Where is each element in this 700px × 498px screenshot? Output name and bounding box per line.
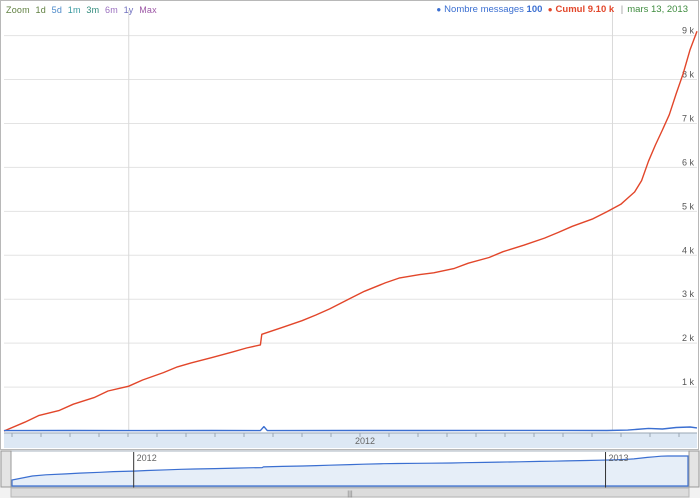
zoom-label: Zoom — [6, 5, 30, 15]
navigator-left-handle[interactable] — [0, 450, 12, 488]
y-tick-label: 1 k — [682, 377, 695, 387]
zoom-option[interactable]: 1m — [68, 5, 81, 15]
navigator: 2012 2013 ||| — [0, 450, 700, 498]
main-plot: 1 k2 k3 k4 k5 k6 k7 k8 k9 k 2012 — [3, 10, 698, 448]
zoom-option[interactable]: 5d — [52, 5, 62, 15]
legend-series1-name: Nombre messages — [444, 4, 524, 15]
y-tick-label: 9 k — [682, 26, 695, 36]
x-axis-band — [4, 433, 697, 448]
y-tick-label: 7 k — [682, 113, 695, 123]
navigator-layer: 2012 2013 ||| — [0, 450, 700, 498]
x-axis-label: 2012 — [355, 436, 375, 446]
y-tick-label: 3 k — [682, 289, 695, 299]
legend-series2-name: Cumul — [555, 4, 586, 15]
x-axis-layer: 2012 — [4, 432, 697, 448]
legend: ● Nombre messages 100 ● Cumul 9.10 k | mars… — [436, 4, 688, 16]
series2-dot-icon: ● — [547, 5, 553, 14]
series-layer — [3, 30, 698, 432]
navigator-year-label: 2013 — [609, 453, 629, 463]
chart-root: 1 k2 k3 k4 k5 k6 k7 k8 k9 k 2012 Zoom 1d… — [0, 0, 700, 498]
y-tick-label: 6 k — [682, 157, 695, 167]
y-tick-label: 4 k — [682, 245, 695, 255]
zoom-option[interactable]: Max — [139, 5, 157, 15]
series1-dot-icon: ● — [436, 5, 442, 14]
series-line — [3, 30, 698, 432]
legend-date: mars 13, 2013 — [627, 4, 688, 15]
legend-separator: | — [620, 4, 624, 15]
zoom-option[interactable]: 1y — [124, 5, 134, 15]
zoom-option[interactable]: 6m — [105, 5, 118, 15]
legend-series1-value: 100 — [526, 4, 543, 15]
y-tick-label: 5 k — [682, 201, 695, 211]
scrollbar-grip: ||| — [347, 491, 353, 498]
series-line — [3, 425, 698, 432]
y-tick-label: 2 k — [682, 333, 695, 343]
zoom-option[interactable]: 3m — [86, 5, 99, 15]
navigator-year-label: 2012 — [137, 453, 157, 463]
legend-series2-value: 9.10 k — [587, 4, 615, 15]
zoom-bar: Zoom 1d 5d 1m 3m 6m 1y Max — [6, 4, 160, 16]
navigator-right-handle[interactable] — [688, 450, 700, 488]
grid-layer — [4, 10, 697, 431]
zoom-option[interactable]: 1d — [36, 5, 46, 15]
